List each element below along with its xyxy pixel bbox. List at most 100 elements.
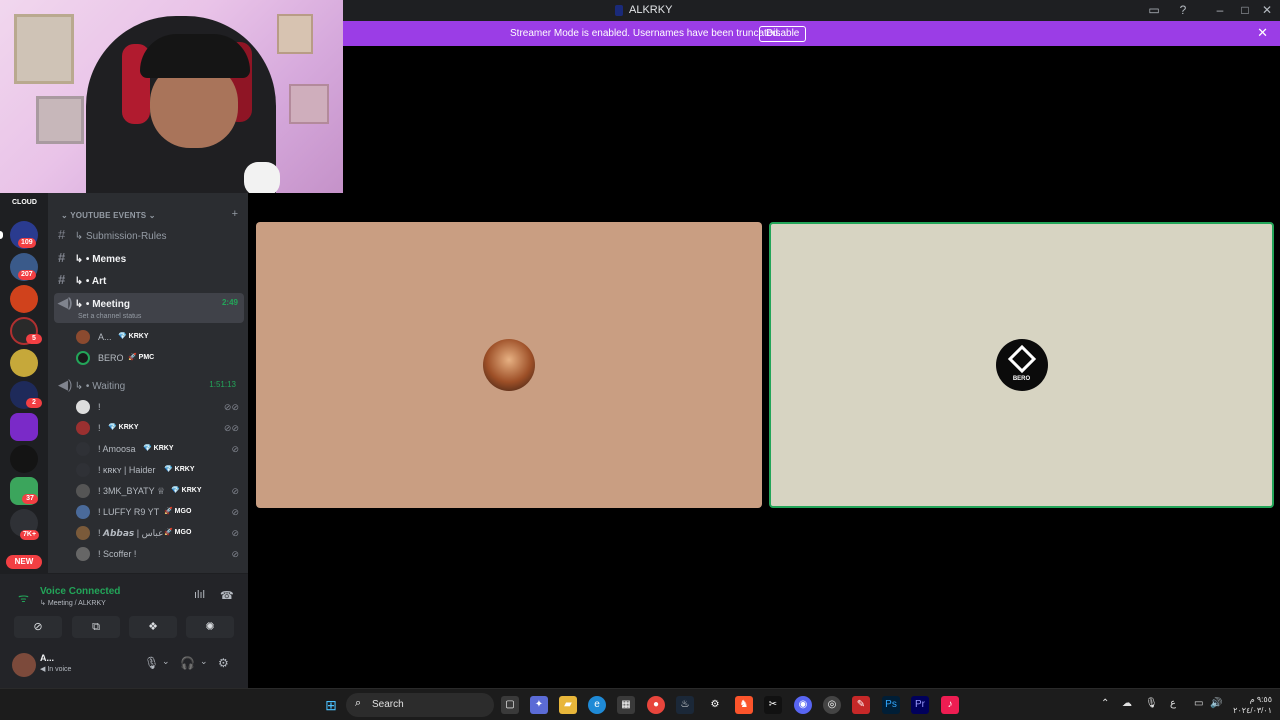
user-name[interactable]: A... xyxy=(40,653,54,663)
headphones-icon[interactable]: 🎧 xyxy=(180,656,195,670)
premiere-icon[interactable]: Pr xyxy=(911,696,929,714)
discord-icon[interactable]: ◉ xyxy=(794,696,812,714)
role-tag: 💎 KRKY xyxy=(143,445,174,452)
help-icon[interactable]: ? xyxy=(1176,3,1190,17)
photoshop-icon[interactable]: Ps xyxy=(882,696,900,714)
server-badge: 2 xyxy=(26,398,42,408)
voice-user-name: ! 3MK_BYATY ♕ xyxy=(98,486,166,496)
noise-suppression-icon[interactable]: ılıl xyxy=(194,589,205,601)
role-tag: 🚀 PMC xyxy=(128,354,155,361)
channel-waiting[interactable]: ◀) ↳ • Waiting 1:51:13 xyxy=(58,375,242,395)
activities-button[interactable]: ❖ xyxy=(129,616,177,638)
clock[interactable]: ٩:٥٥ م ٢٠٢٤/٠٣/٠١ xyxy=(1233,694,1272,716)
microphone-icon[interactable]: 🎙 xyxy=(144,656,159,670)
voice-user-name: ! LUFFY R9 YT xyxy=(98,507,160,517)
server-badge: 109 xyxy=(18,238,36,248)
voice-status-title[interactable]: Voice Connected xyxy=(40,586,120,597)
settings-app-icon[interactable]: ⚙ xyxy=(706,696,724,714)
add-channel-icon[interactable]: + xyxy=(232,208,238,220)
speaker-icon: ◀) xyxy=(58,295,73,310)
shelf-decor xyxy=(277,14,313,54)
channel-meeting[interactable]: ◀) ↳ • Meeting 2:49 Set a channel status xyxy=(54,293,244,323)
steam-icon[interactable]: ♨ xyxy=(676,696,694,714)
channel-name: Art xyxy=(91,276,107,287)
server-icon[interactable] xyxy=(10,349,38,377)
taskbar-search[interactable]: ⌕ Search xyxy=(346,693,494,717)
channel-status[interactable]: Set a channel status xyxy=(78,307,141,327)
channel-memes[interactable]: # ↳ • Memes xyxy=(58,248,242,268)
clock-time: ٩:٥٥ م xyxy=(1249,695,1272,704)
chevron-down-icon[interactable]: ⌄ xyxy=(162,656,170,667)
screen-share-button[interactable]: ⧉ xyxy=(72,616,120,638)
obs-icon[interactable]: ◎ xyxy=(823,696,841,714)
capcut-icon[interactable]: ✂ xyxy=(764,696,782,714)
tiktok-icon[interactable]: ♪ xyxy=(941,696,959,714)
server-icon[interactable] xyxy=(10,445,38,473)
signal-icon[interactable]: ᯤ xyxy=(18,589,29,606)
disable-button[interactable]: Disable xyxy=(759,26,807,42)
new-badge[interactable]: NEW xyxy=(6,555,42,569)
participant-tile-speaking[interactable]: BERO xyxy=(769,222,1274,508)
server-icon[interactable] xyxy=(10,413,38,441)
brave-icon[interactable]: ♞ xyxy=(735,696,753,714)
edge-icon[interactable]: e xyxy=(588,696,606,714)
voice-user-name: ! Amoosa xyxy=(98,444,136,454)
server-icon[interactable] xyxy=(10,285,38,313)
minimize-icon[interactable]: – xyxy=(1213,3,1227,17)
voice-user[interactable]: ! ⊘⊘ xyxy=(76,397,241,417)
network-icon[interactable]: ▭ xyxy=(1194,698,1203,709)
avatar xyxy=(76,547,90,561)
deafened-icon: ⊘⊘ xyxy=(223,402,239,412)
search-icon: ⌕ xyxy=(355,697,362,709)
voice-user[interactable]: BERO 🚀 PMC xyxy=(76,348,241,368)
volume-icon[interactable]: 🔊 xyxy=(1210,698,1222,709)
shelf-plaque xyxy=(14,14,74,84)
chevron-down-icon[interactable]: ⌄ xyxy=(200,656,208,667)
voice-user[interactable]: ! LUFFY R9 YT 🚀 MGO ⊘ xyxy=(76,502,241,522)
mic-tray-icon[interactable]: 🎙 xyxy=(1145,698,1158,709)
category-header[interactable]: ⌄ YOUTUBE EVENTS ⌄ xyxy=(61,211,156,220)
inbox-icon[interactable]: ▭ xyxy=(1147,3,1161,17)
settings-gear-icon[interactable]: ⚙ xyxy=(218,656,229,670)
camera-off-button[interactable]: ⊘ xyxy=(14,616,62,638)
voice-user[interactable]: ! ĸʀĸʏ | Haider 💎 KRKY xyxy=(76,460,241,480)
close-banner-icon[interactable]: ✕ xyxy=(1257,26,1268,40)
voice-user[interactable]: ! 💎 KRKY ⊘⊘ xyxy=(76,418,241,438)
maximize-icon[interactable]: □ xyxy=(1238,3,1252,17)
store-icon[interactable]: ▦ xyxy=(617,696,635,714)
channel-submission-rules[interactable]: # ↳ Submission-Rules xyxy=(58,225,242,245)
role-tag: 💎 KRKY xyxy=(118,333,149,340)
task-view-icon[interactable]: ▢ xyxy=(501,696,519,714)
chrome-icon[interactable]: ● xyxy=(647,696,665,714)
channel-art[interactable]: # ↳ • Art xyxy=(58,270,242,290)
voice-user[interactable]: ! 3MK_BYATY ♕ 💎 KRKY ⊘ xyxy=(76,481,241,501)
taskbar: ⊞ ⌕ Search ▢ ✦ ▰ e ▦ ● ♨ ⚙ ♞ ✂ ◉ ◎ ✎ Ps … xyxy=(0,688,1280,720)
avatar xyxy=(76,421,90,435)
webcam-overlay xyxy=(0,0,343,193)
channel-name: Memes xyxy=(92,254,127,265)
voice-user[interactable]: ! Scoffer ! ⊘ xyxy=(76,544,241,564)
snipping-tool-icon[interactable]: ✎ xyxy=(852,696,870,714)
keyboard-language[interactable]: ع xyxy=(1170,698,1176,709)
close-window-icon[interactable]: ✕ xyxy=(1260,3,1274,17)
file-explorer-icon[interactable]: ▰ xyxy=(559,696,577,714)
copilot-icon[interactable]: ✦ xyxy=(530,696,548,714)
avatar xyxy=(76,463,90,477)
cloud-icon[interactable]: ☁ xyxy=(1122,698,1132,709)
disconnect-icon[interactable]: ☎ xyxy=(220,589,234,602)
channel-timer: 1:51:13 xyxy=(209,380,236,389)
voice-user[interactable]: ! Amoosa 💎 KRKY ⊘ xyxy=(76,439,241,459)
voice-user[interactable]: ! 𝘼𝙗𝙗𝙖𝙨 | عباس 🚀 MGO ⊘ xyxy=(76,523,241,543)
chevron-up-icon[interactable]: ⌃ xyxy=(1101,698,1109,709)
windows-start-icon[interactable]: ⊞ xyxy=(322,696,340,714)
voice-user[interactable]: A... 💎 KRKY xyxy=(76,327,241,347)
voice-status-subtitle: ↳ Meeting / ALKRKY xyxy=(40,600,106,607)
title-bar: ALKRKY ▭ ? – □ ✕ xyxy=(343,0,1280,21)
role-tag: 🚀 MGO xyxy=(164,529,192,536)
participant-tile[interactable] xyxy=(256,222,762,508)
avatar[interactable] xyxy=(12,653,36,677)
server-badge: 37 xyxy=(22,494,38,504)
soundboard-button[interactable]: ✺ xyxy=(186,616,234,638)
muted-icon: ⊘ xyxy=(231,528,239,538)
participant-avatar xyxy=(483,339,535,391)
